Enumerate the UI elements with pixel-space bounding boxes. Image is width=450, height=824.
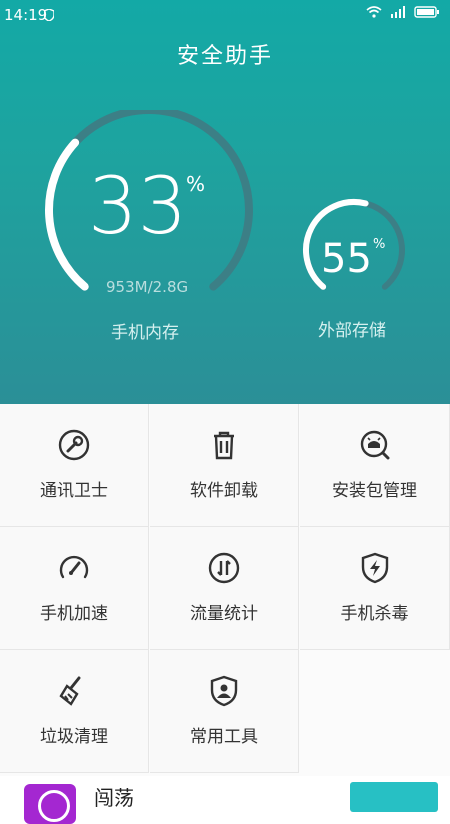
status-bar: 14:19 [0,0,450,30]
app-action-button[interactable] [350,782,438,812]
tool-tile-antivirus[interactable]: 手机杀毒 [300,527,450,650]
memory-percent: 33 [88,162,188,252]
tool-tile-speed-up[interactable]: 手机加速 [0,527,149,650]
data-traffic-icon [208,552,240,584]
tool-tile-uninstall[interactable]: 软件卸载 [150,404,299,527]
wrench-icon [58,429,90,461]
tool-label: 手机杀毒 [340,604,409,624]
shield-bolt-icon [361,552,388,584]
memory-label: 手机内存 [111,323,179,343]
storage-label: 外部存储 [318,321,386,341]
tool-label: 常用工具 [190,727,258,747]
tool-label: 安装包管理 [332,481,417,501]
tool-label: 手机加速 [40,604,108,624]
tool-tile-common-tools[interactable]: 常用工具 [150,650,299,773]
storage-percent-symbol: % [373,237,386,252]
tool-tile-data-usage[interactable]: 流量统计 [150,527,299,650]
empty-tile [300,650,450,773]
tools-grid: 通讯卫士 软件卸载 安装包管理 手机加速 流量统计 手机杀毒 垃圾清理 常用工具 [0,404,450,776]
app-name: 闯荡 [94,786,134,810]
app-icon-ring [38,790,70,822]
trash-icon [214,431,234,460]
security-shield-icon [44,9,54,21]
status-time: 14:19 [4,6,48,24]
android-package-icon [360,430,389,460]
signal-icon [391,6,405,18]
storage-percent: 55 [321,236,372,282]
battery-icon [414,6,439,18]
tool-tile-package-manager[interactable]: 安装包管理 [300,404,450,527]
memory-usage: 953M/2.8G [106,278,189,296]
tool-label: 垃圾清理 [40,727,108,747]
page-title: 安全助手 [176,44,273,69]
broom-icon [59,676,81,706]
speedometer-icon [59,555,89,579]
tool-tile-contacts-guard[interactable]: 通讯卫士 [0,404,149,527]
shield-user-icon [210,675,238,707]
tool-label: 流量统计 [190,604,258,624]
tool-label: 软件卸载 [190,481,258,501]
tool-label: 通讯卫士 [40,481,108,501]
tool-tile-junk-clean[interactable]: 垃圾清理 [0,650,149,773]
header-panel: 14:19 安全助手 33 % 953M/2.8G 手机内存 55 % 外部存储 [0,0,450,404]
memory-percent-symbol: % [186,172,206,196]
wifi-icon [366,6,382,18]
